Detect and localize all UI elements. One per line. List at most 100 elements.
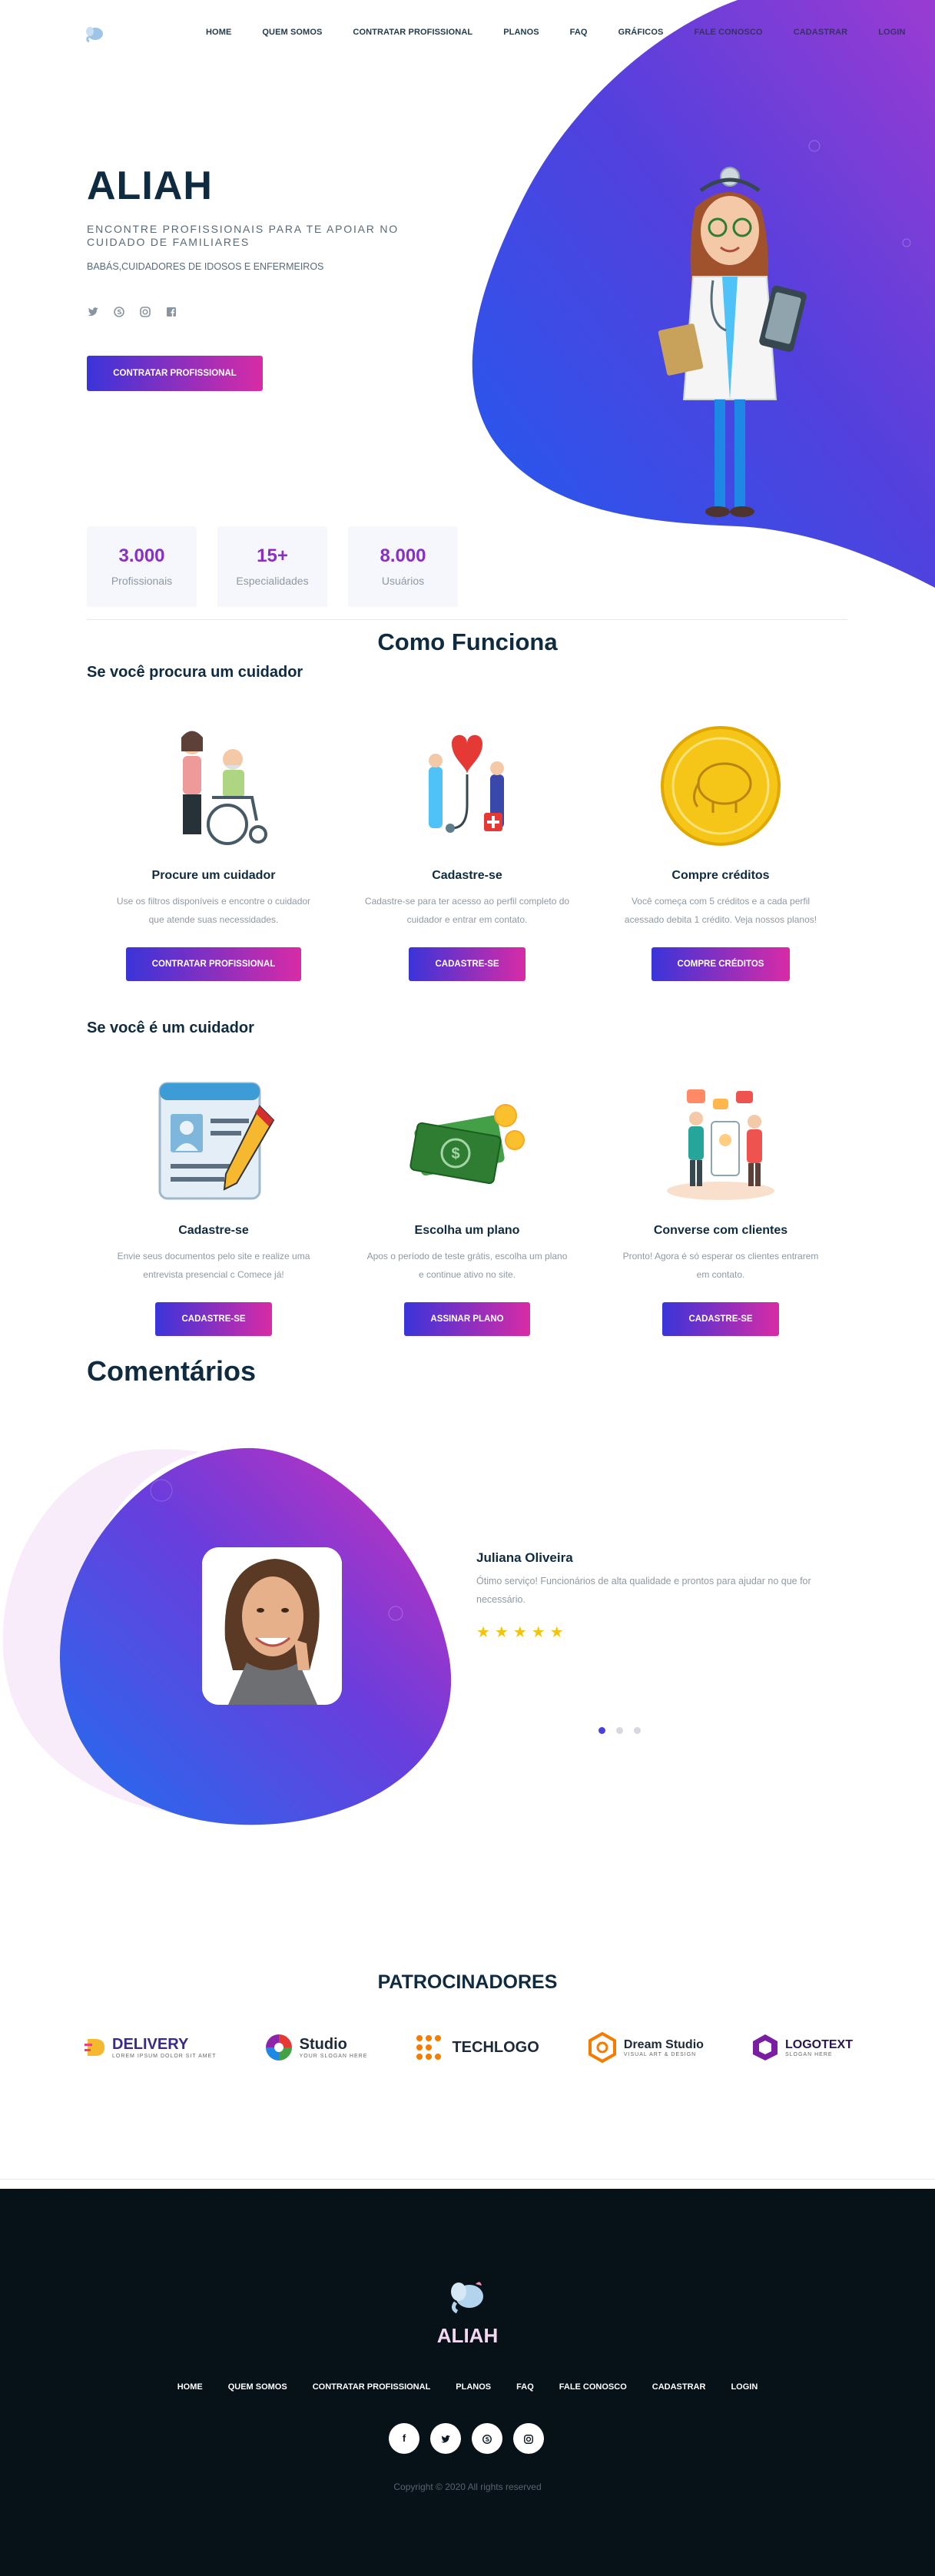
stat-card-profissionais: 3.000 Profissionais bbox=[87, 526, 197, 607]
document-profile-icon bbox=[158, 1082, 275, 1200]
card-title: Escolha um plano bbox=[414, 1224, 520, 1237]
twitter-icon[interactable] bbox=[430, 2423, 461, 2454]
cadastre-se-button[interactable]: CADASTRE-SE bbox=[662, 1302, 779, 1336]
reviewer-name: Juliana Oliveira bbox=[476, 1550, 573, 1565]
sponsor-delivery-logo[interactable]: DELIVERY LOREM IPSUM DOLOR SIT AMET bbox=[85, 2028, 217, 2067]
nav-graficos[interactable]: GRÁFICOS bbox=[618, 28, 664, 37]
caregiver-with-elder-illustration bbox=[181, 731, 267, 845]
assinar-plano-button[interactable]: ASSINAR PLANO bbox=[404, 1302, 530, 1336]
card-converse-clientes: Converse com clientes Pronto! Agora é só… bbox=[594, 1076, 847, 1336]
techlogo-icon bbox=[416, 2035, 442, 2060]
card-procure-cuidador: Procure um cuidador Use os filtros dispo… bbox=[87, 721, 340, 981]
instagram-icon[interactable] bbox=[513, 2423, 544, 2454]
footer-nav: HOME QUEM SOMOS CONTRATAR PROFISSIONAL P… bbox=[0, 2382, 935, 2392]
delivery-logo-icon bbox=[85, 2039, 104, 2056]
hero-contratar-button[interactable]: CONTRATAR PROFISSIONAL bbox=[87, 356, 263, 391]
facebook-icon[interactable] bbox=[165, 306, 177, 318]
nav-cadastrar[interactable]: CADASTRAR bbox=[794, 28, 848, 37]
footer-nav-quem-somos[interactable]: QUEM SOMOS bbox=[228, 2382, 287, 2392]
card-title: Cadastre-se bbox=[432, 869, 502, 882]
nav-menu: HOME QUEM SOMOS CONTRATAR PROFISSIONAL P… bbox=[206, 28, 935, 37]
footer-nav-faq[interactable]: FAQ bbox=[516, 2382, 534, 2392]
compre-creditos-button[interactable]: COMPRE CRÉDITOS bbox=[651, 947, 791, 981]
svg-text:$: $ bbox=[451, 1145, 459, 1162]
hero-tagline: BABÁS,CUIDADORES DE IDOSOS E ENFERMEIROS bbox=[87, 261, 324, 272]
sponsor-techlogo-logo[interactable]: TECHLOGO bbox=[415, 2028, 539, 2067]
instagram-icon[interactable] bbox=[139, 306, 151, 318]
sponsor-slogan: LOREM IPSUM DOLOR SIT AMET bbox=[112, 2054, 217, 2059]
carousel-dot-3[interactable] bbox=[634, 1727, 641, 1734]
sponsor-slogan: SLOGAN HERE bbox=[784, 2051, 833, 2057]
facebook-icon[interactable]: f bbox=[389, 2423, 419, 2454]
card-escolha-plano: $ Escolha um plano Apos o período de tes… bbox=[340, 1076, 594, 1336]
hero-subtitle: ENCONTRE PROFISSIONAIS PARA TE APOIAR NO… bbox=[87, 223, 399, 248]
card-text: Use os filtros disponíveis e encontre o … bbox=[116, 896, 311, 925]
cadastre-se-button[interactable]: CADASTRE-SE bbox=[409, 947, 526, 981]
footer-nav-contratar[interactable]: CONTRATAR PROFISSIONAL bbox=[313, 2382, 431, 2392]
nav-fale-conosco[interactable]: FALE CONOSCO bbox=[694, 28, 762, 37]
carousel-dot-2[interactable] bbox=[616, 1727, 623, 1734]
card-text: Pronto! Agora é só esperar os clientes e… bbox=[622, 1251, 819, 1280]
medical-team-illustration bbox=[429, 734, 504, 833]
footer-nav-planos[interactable]: PLANOS bbox=[456, 2382, 491, 2392]
sponsor-logotext-logo[interactable]: LOGOTEXT SLOGAN HERE bbox=[751, 2028, 853, 2067]
card-title: Cadastre-se bbox=[178, 1224, 249, 1237]
card-cadastre-se: Cadastre-se Cadastre-se para ter acesso … bbox=[340, 721, 594, 981]
footer-nav-fale-conosco[interactable]: FALE CONOSCO bbox=[559, 2382, 627, 2392]
footer-nav-home[interactable]: HOME bbox=[177, 2382, 203, 2392]
comments-title: Comentários bbox=[87, 1355, 257, 1387]
skype-icon[interactable] bbox=[113, 306, 125, 318]
sponsor-logos: DELIVERY LOREM IPSUM DOLOR SIT AMET Studi… bbox=[85, 2028, 853, 2067]
elephant-logo-icon[interactable] bbox=[448, 2278, 488, 2315]
card-text: Cadastre-se para ter acesso ao perfil co… bbox=[364, 896, 570, 925]
divider bbox=[0, 2179, 935, 2180]
footer: ALIAH HOME QUEM SOMOS CONTRATAR PROFISSI… bbox=[0, 2189, 935, 2576]
card-text: Você começa com 5 créditos e a cada perf… bbox=[624, 896, 817, 925]
contratar-profissional-button[interactable]: CONTRATAR PROFISSIONAL bbox=[125, 947, 302, 981]
nav-quem-somos[interactable]: QUEM SOMOS bbox=[262, 28, 322, 37]
carousel-dot-1[interactable] bbox=[598, 1727, 605, 1734]
sponsor-studio-logo[interactable]: Studio YOUR SLOGAN HERE bbox=[264, 2028, 368, 2067]
elephant-logo-icon[interactable] bbox=[85, 25, 104, 43]
sponsors-title: PATROCINADORES bbox=[377, 1971, 558, 1993]
nav-login[interactable]: LOGIN bbox=[878, 28, 905, 37]
hero-section: HOME QUEM SOMOS CONTRATAR PROFISSIONAL P… bbox=[0, 0, 935, 607]
studio-logo-icon bbox=[265, 2034, 292, 2060]
card-title: Procure um cuidador bbox=[151, 869, 276, 882]
card-title: Converse com clientes bbox=[653, 1224, 788, 1237]
stats-row: 3.000 Profissionais 15+ Especialidades 8… bbox=[87, 526, 458, 607]
dream-studio-hex-icon bbox=[588, 2032, 616, 2063]
skype-icon[interactable] bbox=[472, 2423, 502, 2454]
sponsor-name: LOGOTEXT bbox=[784, 2037, 853, 2051]
stat-value: 15+ bbox=[257, 545, 288, 566]
card-title: Compre créditos bbox=[671, 869, 770, 882]
footer-nav-login[interactable]: LOGIN bbox=[731, 2382, 758, 2392]
card-compre-creditos: Compre créditos Você começa com 5 crédit… bbox=[594, 721, 847, 981]
chat-people-illustration bbox=[667, 1089, 774, 1200]
card-cuidador-cadastre-se: Cadastre-se Envie seus documentos pelo s… bbox=[87, 1076, 340, 1336]
footer-socials: f bbox=[389, 2423, 544, 2454]
sponsor-name: TECHLOGO bbox=[452, 2038, 539, 2056]
caregiver-section-title: Se você é um cuidador bbox=[87, 1019, 254, 1036]
footer-nav-cadastrar[interactable]: CADASTRAR bbox=[652, 2382, 706, 2392]
nav-contratar[interactable]: CONTRATAR PROFISSIONAL bbox=[353, 28, 472, 37]
hero-socials bbox=[87, 306, 177, 318]
hero-title: ALIAH bbox=[87, 164, 213, 208]
twitter-icon[interactable] bbox=[87, 306, 99, 318]
sponsor-slogan: YOUR SLOGAN HERE bbox=[299, 2054, 368, 2059]
stat-value: 8.000 bbox=[380, 545, 426, 566]
sponsor-dream-studio-logo[interactable]: Dream Studio VISUAL ART & DESIGN bbox=[587, 2028, 704, 2067]
card-text: Apos o período de teste grátis, escolha … bbox=[366, 1251, 568, 1280]
how-it-works-title: Como Funciona bbox=[377, 628, 558, 655]
footer-title: ALIAH bbox=[436, 2324, 499, 2347]
logotext-cube-icon bbox=[752, 2034, 778, 2060]
nav-home[interactable]: HOME bbox=[206, 28, 231, 37]
stat-label: Profissionais bbox=[111, 575, 173, 587]
cadastre-se-button[interactable]: CADASTRE-SE bbox=[155, 1302, 272, 1336]
sponsor-name: Dream Studio bbox=[623, 2037, 704, 2051]
nav-faq[interactable]: FAQ bbox=[570, 28, 588, 37]
nav-planos[interactable]: PLANOS bbox=[503, 28, 539, 37]
reviewer-photo bbox=[202, 1547, 342, 1705]
sponsor-name: Studio bbox=[299, 2036, 347, 2053]
sponsor-name: DELIVERY bbox=[112, 2036, 189, 2053]
